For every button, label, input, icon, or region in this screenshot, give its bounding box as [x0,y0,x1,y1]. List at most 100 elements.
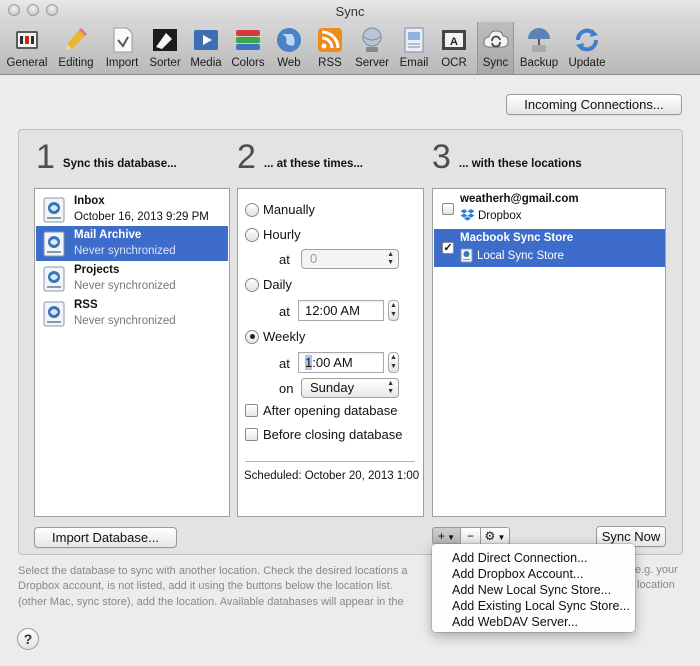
weekly-time-stepper[interactable]: ▲ ▼ [388,352,399,373]
toolbar-web[interactable]: Web [272,25,306,69]
weekly-time-rest: :00 AM [312,355,353,370]
hourly-at-label: at [279,252,290,267]
database-icon [43,197,65,223]
radio-button[interactable] [245,277,259,292]
hourly-minute-select[interactable]: 0 ▲ ▼ [301,249,399,269]
media-icon [191,25,221,55]
database-list[interactable]: Inbox October 16, 2013 9:29 PM Mail Arch… [34,188,230,517]
toolbar-import-label: Import [105,57,139,69]
window-title: Sync [335,4,365,19]
radio-button-selected[interactable] [245,329,259,344]
daily-time-stepper[interactable]: ▲ ▼ [388,300,399,321]
database-status: Never synchronized [74,245,176,257]
menu-item-add-webdav-server[interactable]: Add WebDAV Server... [432,614,635,630]
section-1-title: Sync this database... [62,158,177,170]
before-closing-checkbox[interactable]: Before closing database [245,427,402,442]
toolbar-ocr-label: OCR [441,57,467,69]
weekly-at-label: at [279,356,290,371]
hourly-label: Hourly [263,227,301,242]
toolbar-update-label: Update [568,57,606,69]
checkbox[interactable] [245,404,258,417]
weekly-day-select[interactable]: Sunday ▲ ▼ [301,378,399,398]
toolbar-sync[interactable]: Sync [477,22,514,74]
toolbar-import[interactable]: Import [101,25,143,69]
database-row-projects[interactable]: Projects Never synchronized [36,261,228,296]
daily-at-label: at [279,304,290,319]
location-checkbox-checked[interactable]: ✓ [442,242,454,254]
database-row-inbox[interactable]: Inbox October 16, 2013 9:29 PM [36,192,228,227]
toolbar-sync-label: Sync [482,57,509,69]
toolbar-web-label: Web [277,57,301,69]
toolbar-media[interactable]: Media [187,25,225,69]
toolbar-ocr[interactable]: A OCR [436,25,472,69]
toolbar-colors[interactable]: Colors [228,25,268,69]
section-1-number: 1 [36,138,55,176]
help-button[interactable]: ? [17,628,39,650]
database-icon [43,266,65,292]
hourly-radio[interactable]: Hourly [245,227,301,242]
help-text-fragment: location [637,579,675,591]
toolbar-backup[interactable]: Backup [518,25,560,69]
section-3-title: ... with these locations [458,158,582,170]
database-row-rss[interactable]: RSS Never synchronized [36,296,228,331]
locations-list[interactable]: weatherh@gmail.com Dropbox ✓ Macbook Syn… [432,188,666,517]
preferences-toolbar: General Editing Import Sorter Media Colo… [0,22,700,75]
weekly-time-field[interactable]: 1:00 AM [298,352,384,373]
sorter-icon [150,25,180,55]
toolbar-email-label: Email [399,57,429,69]
database-name: RSS [74,299,98,311]
daily-time-field[interactable]: 12:00 AM [298,300,384,321]
toolbar-editing-label: Editing [58,57,94,69]
menu-item-add-dropbox-account[interactable]: Add Dropbox Account... [432,566,635,582]
toolbar-sorter-label: Sorter [149,57,181,69]
location-row-dropbox[interactable]: weatherh@gmail.com Dropbox [434,190,665,228]
database-row-mail-archive[interactable]: Mail Archive Never synchronized [36,226,228,261]
location-name: weatherh@gmail.com [460,193,579,205]
location-action-button[interactable]: ⚙ ▼ [480,527,510,545]
toolbar-general[interactable]: General [4,25,50,69]
popup-arrows-icon: ▲ ▼ [387,380,394,395]
weekly-radio[interactable]: Weekly [245,329,305,344]
menu-item-add-direct-connection[interactable]: Add Direct Connection... [432,550,635,566]
backup-icon [524,25,554,55]
incoming-connections-button[interactable]: Incoming Connections... [506,94,682,115]
toolbar-server[interactable]: Server [352,25,392,69]
database-name: Inbox [74,195,105,207]
manually-radio[interactable]: Manually [245,202,315,217]
general-icon [12,25,42,55]
location-type: Local Sync Store [460,248,564,263]
location-type-label: Local Sync Store [477,249,564,262]
location-checkbox[interactable] [442,203,454,215]
toolbar-colors-label: Colors [231,57,265,69]
radio-button[interactable] [245,227,259,242]
scheduled-text: Scheduled: October 20, 2013 1:00 [244,470,420,482]
radio-button[interactable] [245,202,259,217]
schedule-divider [245,461,415,462]
after-opening-checkbox[interactable]: After opening database [245,403,397,418]
daily-radio[interactable]: Daily [245,277,292,292]
toolbar-editing[interactable]: Editing [54,25,98,69]
weekly-on-label: on [279,381,294,396]
add-location-menu: Add Direct Connection... Add Dropbox Acc… [432,544,635,632]
svg-text:A: A [450,36,458,48]
import-database-button[interactable]: Import Database... [34,527,177,548]
toolbar-rss[interactable]: RSS [312,25,348,69]
toolbar-rss-label: RSS [318,57,342,69]
globe-icon [274,25,304,55]
toolbar-email[interactable]: Email [396,25,432,69]
location-row-local-store[interactable]: ✓ Macbook Sync Store Local Sync Store [434,229,665,267]
hourly-minute-value: 0 [310,251,318,266]
menu-item-add-existing-local-sync-store[interactable]: Add Existing Local Sync Store... [432,598,635,614]
location-name: Macbook Sync Store [460,232,574,244]
toolbar-media-label: Media [190,57,222,69]
menu-item-add-new-local-sync-store[interactable]: Add New Local Sync Store... [432,582,635,598]
section-3-number: 3 [432,138,451,176]
toolbar-sorter[interactable]: Sorter [145,25,185,69]
remove-location-button[interactable]: − [460,527,481,545]
database-status: Never synchronized [74,280,176,292]
checkbox[interactable] [245,428,258,441]
popup-arrows-icon: ▲ ▼ [387,251,394,266]
toolbar-update[interactable]: Update [565,25,609,69]
add-location-button[interactable]: + ▼ [432,527,461,545]
update-icon [572,25,602,55]
